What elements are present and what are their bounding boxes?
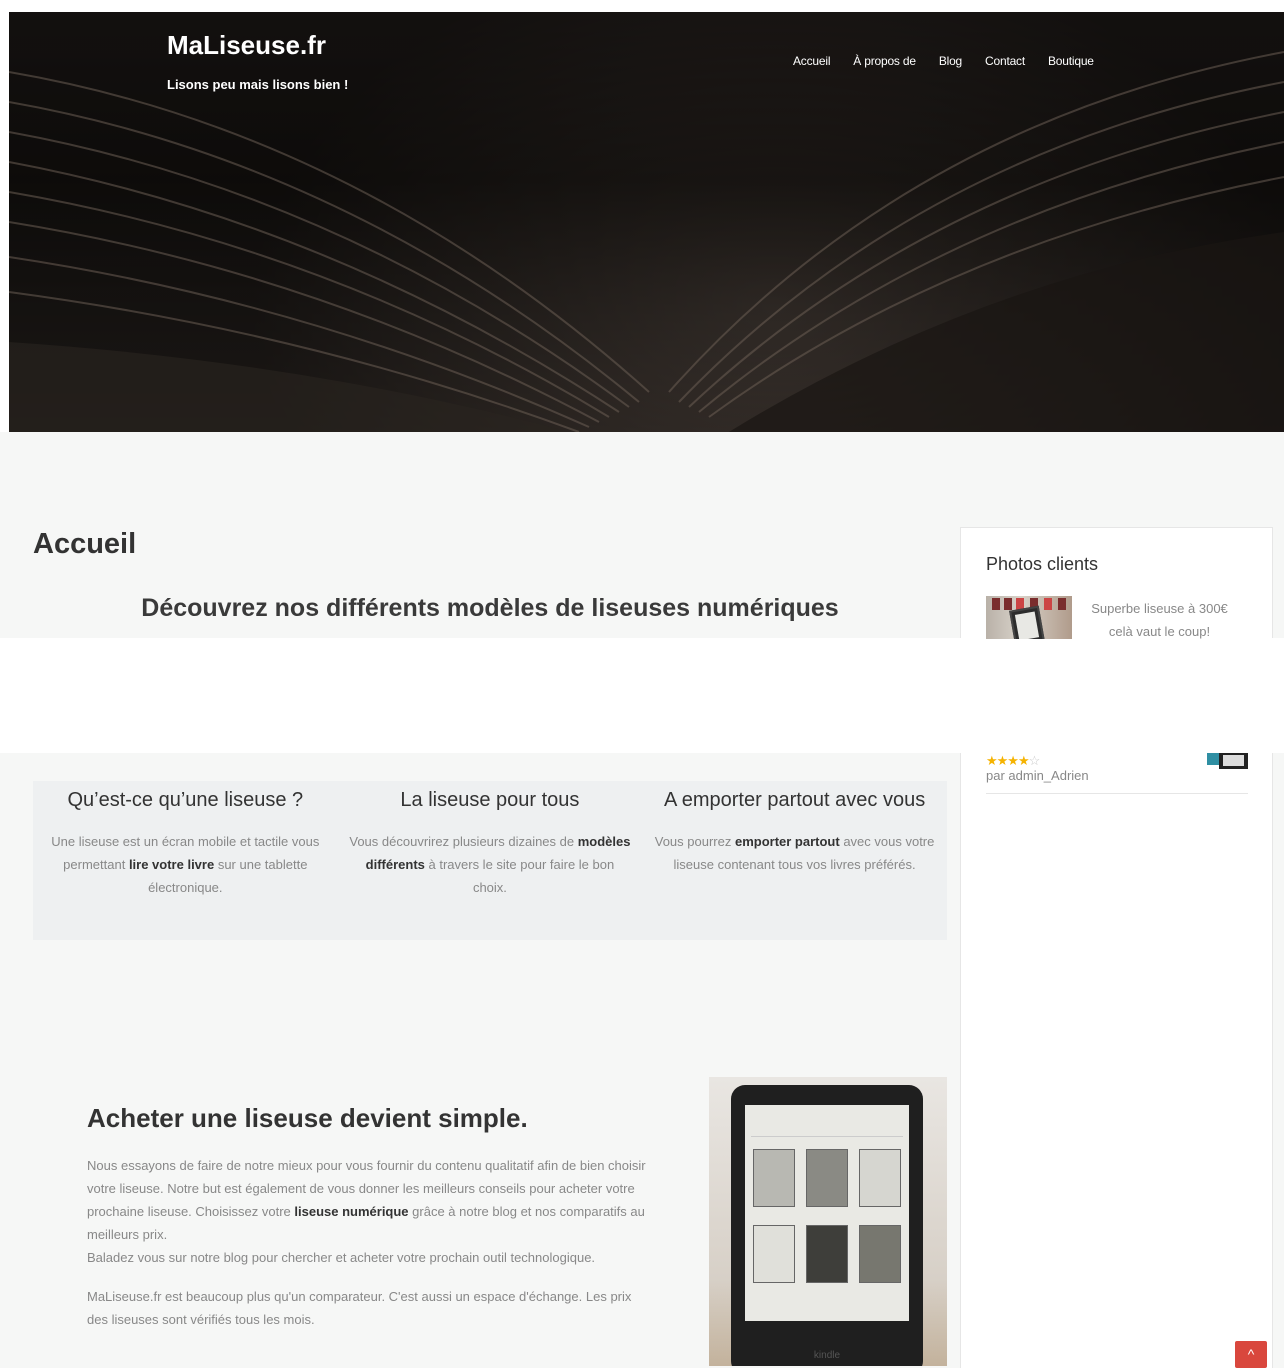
- feature-title: Qu’est-ce qu’une liseuse ?: [67, 789, 304, 811]
- kindle-screen: [745, 1105, 909, 1321]
- about-paragraph: Nous essayons de faire de notre mieux po…: [87, 1154, 647, 1269]
- main-nav: Accueil À propos de Blog Contact Boutiqu…: [793, 54, 1117, 68]
- feature-text: Vous pourrez emporter partout avec vous …: [652, 830, 937, 876]
- about-text-bold: liseuse numérique: [294, 1204, 409, 1219]
- feature-text-part: à travers le site pour faire le bon choi…: [424, 857, 615, 895]
- divider: [986, 793, 1248, 794]
- widget-title: Photos clients: [986, 554, 1099, 574]
- blank-gap: [0, 638, 1284, 753]
- features-box: Qu’est-ce qu’une liseuse ? Une liseuse e…: [33, 781, 947, 940]
- feature-text-bold: emporter partout: [734, 834, 840, 849]
- star-empty-icon: ☆: [1028, 753, 1041, 768]
- review-text[interactable]: Superbe liseuse à 300€ celà vaut le coup…: [1082, 597, 1237, 643]
- site-logo[interactable]: MaLiseuse.fr: [167, 30, 326, 61]
- feature-item: Qu’est-ce qu’une liseuse ? Une liseuse e…: [33, 781, 338, 940]
- sidebar-widget-photos: Photos clients Superbe liseuse à 300€ ce…: [960, 527, 1273, 639]
- nav-item-blog[interactable]: Blog: [939, 54, 962, 68]
- feature-text: Une liseuse est un écran mobile et tacti…: [43, 830, 328, 899]
- nav-item-boutique[interactable]: Boutique: [1048, 54, 1094, 68]
- hero-banner: MaLiseuse.fr Lisons peu mais lisons bien…: [9, 12, 1284, 432]
- about-heading: Acheter une liseuse devient simple.: [87, 1103, 528, 1133]
- chevron-up-icon: ^: [1247, 1346, 1255, 1362]
- feature-item: La liseuse pour tous Vous découvrirez pl…: [338, 781, 643, 940]
- feature-item: A emporter partout avec vous Vous pourre…: [642, 781, 947, 940]
- ereader-thumbnail[interactable]: [1207, 753, 1248, 769]
- kindle-toolbar: [751, 1109, 903, 1137]
- scroll-to-top-button[interactable]: ^: [1235, 1341, 1267, 1368]
- section-heading: Découvrez nos différents modèles de lise…: [141, 594, 839, 622]
- open-book-image: [9, 51, 1284, 432]
- sidebar-widget-continued: ★★★★☆ par admin_Adrien: [960, 753, 1273, 1368]
- review-author: par admin_Adrien: [986, 768, 1089, 783]
- kindle-device: kindle: [731, 1085, 923, 1366]
- site-tagline: Lisons peu mais lisons bien !: [167, 77, 349, 92]
- nav-item-a-propos[interactable]: À propos de: [853, 54, 916, 68]
- customer-photo-thumbnail[interactable]: [986, 596, 1072, 639]
- nav-item-contact[interactable]: Contact: [985, 54, 1025, 68]
- feature-title: A emporter partout avec vous: [663, 789, 926, 811]
- feature-text-bold: lire votre livre: [128, 857, 215, 872]
- nav-item-accueil[interactable]: Accueil: [793, 54, 830, 68]
- feature-text-part: Vous découvrirez plusieurs dizaines de: [349, 834, 578, 849]
- kindle-photo: kindle: [709, 1077, 947, 1366]
- about-text-part: Baladez vous sur notre blog pour cherche…: [87, 1250, 596, 1265]
- rating-stars: ★★★★☆: [986, 753, 1041, 769]
- about-paragraph-2: MaLiseuse.fr est beaucoup plus qu'un com…: [87, 1289, 632, 1327]
- page-title: Accueil: [33, 528, 137, 560]
- feature-text: Vous découvrirez plusieurs dizaines de m…: [348, 830, 633, 899]
- kindle-brand: kindle: [813, 1350, 841, 1361]
- star-filled-icons: ★★★★: [986, 753, 1030, 768]
- feature-text-part: Vous pourrez: [654, 834, 735, 849]
- feature-title: La liseuse pour tous: [400, 789, 580, 811]
